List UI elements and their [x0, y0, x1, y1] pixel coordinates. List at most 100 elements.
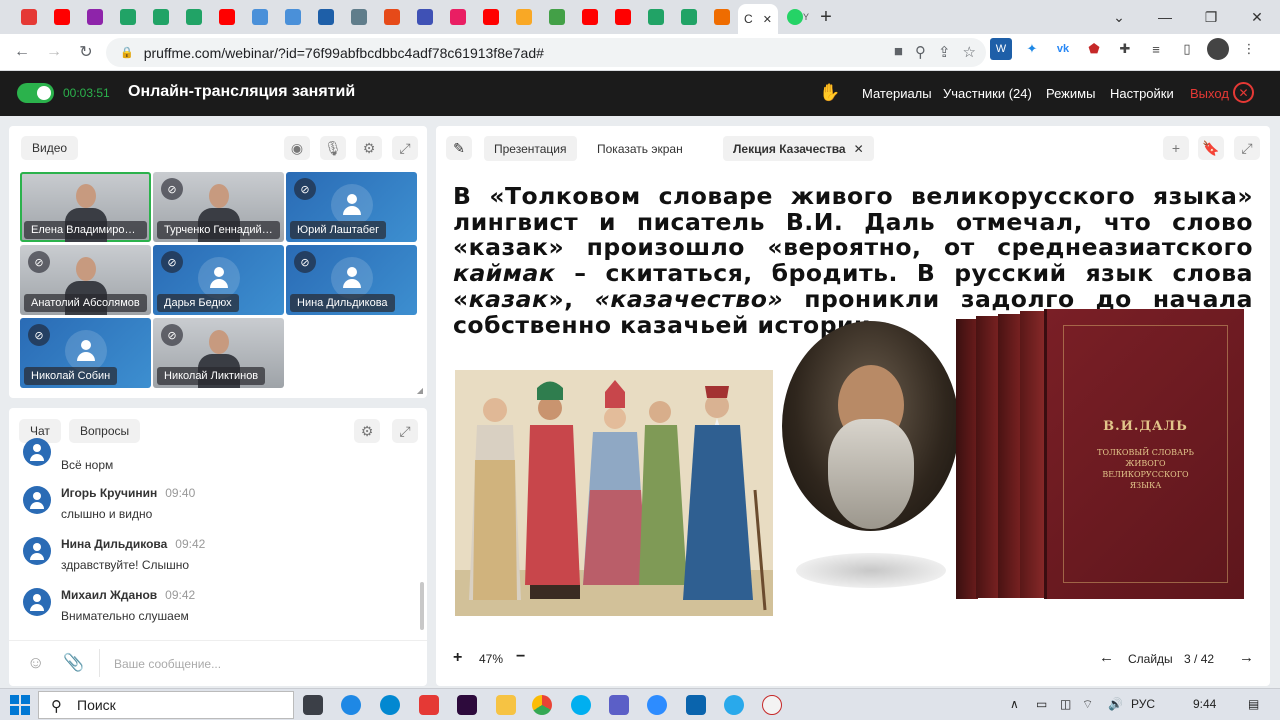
browser-tab[interactable] — [144, 0, 177, 34]
browser-tab[interactable] — [540, 0, 573, 34]
zoom-in-button[interactable]: + — [453, 649, 462, 667]
teams-icon[interactable] — [609, 695, 629, 715]
fullscreen-icon[interactable]: ⤢ — [1234, 136, 1260, 160]
notifications-icon[interactable]: ▤ — [1248, 697, 1259, 711]
browser-tab[interactable] — [507, 0, 540, 34]
browser-tab[interactable] — [45, 0, 78, 34]
chat-expand-icon[interactable]: ⤢ — [392, 419, 418, 443]
browser-tab[interactable] — [342, 0, 375, 34]
browser-tab[interactable] — [705, 0, 738, 34]
resize-handle[interactable]: ◢ — [417, 386, 423, 395]
profile-avatar[interactable] — [1207, 38, 1229, 60]
participant-tile[interactable]: ⊘ Дарья Бедюх — [153, 245, 284, 315]
lock-icon[interactable]: 🔒 — [120, 46, 134, 59]
browser-tab-whatsapp[interactable]: Y — [778, 0, 811, 34]
premiere-icon[interactable] — [457, 695, 477, 715]
minimize-button[interactable]: — — [1142, 0, 1188, 34]
add-icon[interactable]: + — [1163, 136, 1189, 160]
browser-tab[interactable] — [441, 0, 474, 34]
tab-close-icon[interactable]: ✕ — [763, 13, 772, 26]
close-window-button[interactable]: ✕ — [1234, 0, 1280, 34]
participant-tile[interactable]: ⊘ Николай Ликтинов — [153, 318, 284, 388]
next-slide-button[interactable]: → — [1239, 649, 1254, 666]
task-view-icon[interactable] — [303, 695, 323, 715]
broadcast-toggle[interactable] — [17, 83, 54, 103]
message-input[interactable]: Ваше сообщение... — [114, 657, 221, 671]
chat-scrollbar[interactable] — [420, 582, 424, 630]
side-panel-icon[interactable]: ▯ — [1176, 38, 1198, 60]
pencil-icon[interactable]: ✎ — [446, 136, 472, 160]
browser-tab[interactable] — [639, 0, 672, 34]
omnibox[interactable]: 🔒 pruffme.com/webinar/?id=76f99abfbcdbbc… — [106, 38, 986, 67]
kebab-menu-icon[interactable]: ⋮ — [1238, 38, 1260, 60]
browser-tab[interactable] — [210, 0, 243, 34]
menu-participants[interactable]: Участники (24) — [943, 86, 1032, 101]
vk-icon[interactable]: vk — [1052, 38, 1074, 60]
close-icon[interactable]: ✕ — [854, 142, 864, 156]
chevron-up-icon[interactable]: ∧ — [1010, 697, 1019, 711]
tab-presentation[interactable]: Презентация — [484, 136, 577, 161]
shield-red-icon[interactable]: ⬟ — [1083, 38, 1105, 60]
browser-tab[interactable] — [177, 0, 210, 34]
menu-materials[interactable]: Материалы — [862, 86, 932, 101]
outlook-icon[interactable] — [686, 695, 706, 715]
share-icon[interactable]: ⇪ — [938, 43, 951, 61]
lang-indicator[interactable]: РУС — [1131, 697, 1155, 711]
tab-questions[interactable]: Вопросы — [69, 419, 141, 443]
forward-button[interactable]: → — [38, 36, 70, 68]
browser-tab[interactable] — [672, 0, 705, 34]
windows-start-icon[interactable] — [10, 695, 30, 715]
zoom-icon[interactable]: ⚲ — [915, 43, 926, 61]
menu-modes[interactable]: Режимы — [1046, 86, 1095, 101]
participant-tile[interactable]: Елена Владимировна — [20, 172, 151, 242]
reload-button[interactable]: ↻ — [70, 36, 102, 68]
browser-tab[interactable] — [243, 0, 276, 34]
chevron-down-icon[interactable]: ⌄ — [1096, 0, 1142, 34]
webcam-icon[interactable]: ◉ — [284, 136, 310, 160]
battery-icon[interactable]: ▭ — [1036, 697, 1047, 711]
tray-app-icon[interactable]: ◫ — [1060, 697, 1071, 711]
chrome-icon[interactable] — [532, 695, 552, 715]
skype-icon[interactable] — [571, 695, 591, 715]
browser-tab[interactable] — [111, 0, 144, 34]
browser-tab[interactable] — [408, 0, 441, 34]
puzzle-blue-icon[interactable]: ✦ — [1021, 38, 1043, 60]
telegram-icon[interactable] — [724, 695, 744, 715]
teamviewer-icon[interactable] — [380, 695, 400, 715]
participant-tile[interactable]: ⊘ Юрий Лаштабег — [286, 172, 417, 242]
browser-tab[interactable] — [606, 0, 639, 34]
menu-settings[interactable]: Настройки — [1110, 86, 1174, 101]
browser-tab[interactable] — [474, 0, 507, 34]
gear-icon[interactable]: ⚙ — [356, 136, 382, 160]
camera-icon[interactable]: ■ — [894, 43, 903, 61]
exit-close-icon[interactable]: ✕ — [1233, 82, 1254, 103]
participant-tile[interactable]: ⊘ Анатолий Абсолямов — [20, 245, 151, 315]
network-icon[interactable]: ⌔ — [1082, 697, 1093, 712]
new-tab-button[interactable]: + — [811, 0, 841, 34]
browser-tab[interactable] — [309, 0, 342, 34]
bookmark-star-icon[interactable]: ☆ — [963, 43, 976, 61]
exit-link[interactable]: Выход — [1190, 86, 1229, 101]
expand-icon[interactable]: ⤢ — [392, 136, 418, 160]
extension-icon[interactable]: W — [990, 38, 1012, 60]
extensions-puzzle-icon[interactable]: ✚ — [1114, 38, 1136, 60]
taskbar-search[interactable]: ⚲ Поиск — [38, 691, 294, 719]
url-text[interactable]: pruffme.com/webinar/?id=76f99abfbcdbbc4a… — [144, 45, 544, 61]
back-button[interactable]: ← — [6, 36, 38, 68]
video-tab[interactable]: Видео — [21, 136, 79, 160]
emoji-icon[interactable]: ☺ — [27, 653, 44, 673]
prev-slide-button[interactable]: ← — [1099, 649, 1114, 666]
browser-tab-active[interactable]: C ✕ — [738, 4, 778, 34]
anydesk-icon[interactable] — [419, 695, 439, 715]
browser-tab[interactable] — [375, 0, 408, 34]
attach-icon[interactable]: 📎 — [63, 653, 84, 673]
snipping-icon[interactable] — [762, 695, 782, 715]
volume-icon[interactable]: 🔊 — [1108, 697, 1123, 711]
browser-tab[interactable] — [78, 0, 111, 34]
microphone-icon[interactable]: 🎙 — [320, 136, 346, 160]
raise-hand-icon[interactable]: ✋ — [819, 83, 840, 103]
zoom-out-button[interactable]: − — [516, 648, 525, 666]
participant-tile[interactable]: ⊘ Турченко Геннадий ... — [153, 172, 284, 242]
browser-tab[interactable] — [276, 0, 309, 34]
clock[interactable]: 9:44 — [1193, 697, 1216, 711]
